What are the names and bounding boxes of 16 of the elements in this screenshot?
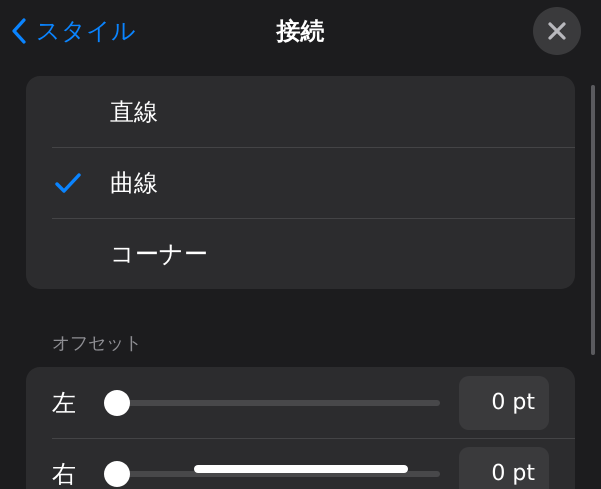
line-type-option[interactable]: コーナー — [26, 218, 575, 289]
section-header: オフセット — [52, 332, 143, 355]
window-title: 接続 — [276, 16, 324, 47]
slider-label: 右 — [52, 458, 77, 489]
line-type-option[interactable]: 直線 — [26, 76, 575, 147]
scrollbar[interactable] — [591, 85, 595, 355]
line-type-option[interactable]: 曲線 — [26, 147, 575, 218]
slider-label: 左 — [52, 388, 77, 418]
chevron-left-icon — [12, 18, 26, 44]
close-icon — [547, 21, 567, 41]
slider[interactable] — [104, 390, 440, 416]
close-button[interactable] — [533, 7, 581, 55]
value-field[interactable]: 0 pt — [459, 446, 549, 489]
value-field[interactable]: 0 pt — [459, 376, 549, 430]
slider[interactable] — [104, 460, 440, 486]
back-button[interactable]: スタイル — [12, 15, 136, 47]
